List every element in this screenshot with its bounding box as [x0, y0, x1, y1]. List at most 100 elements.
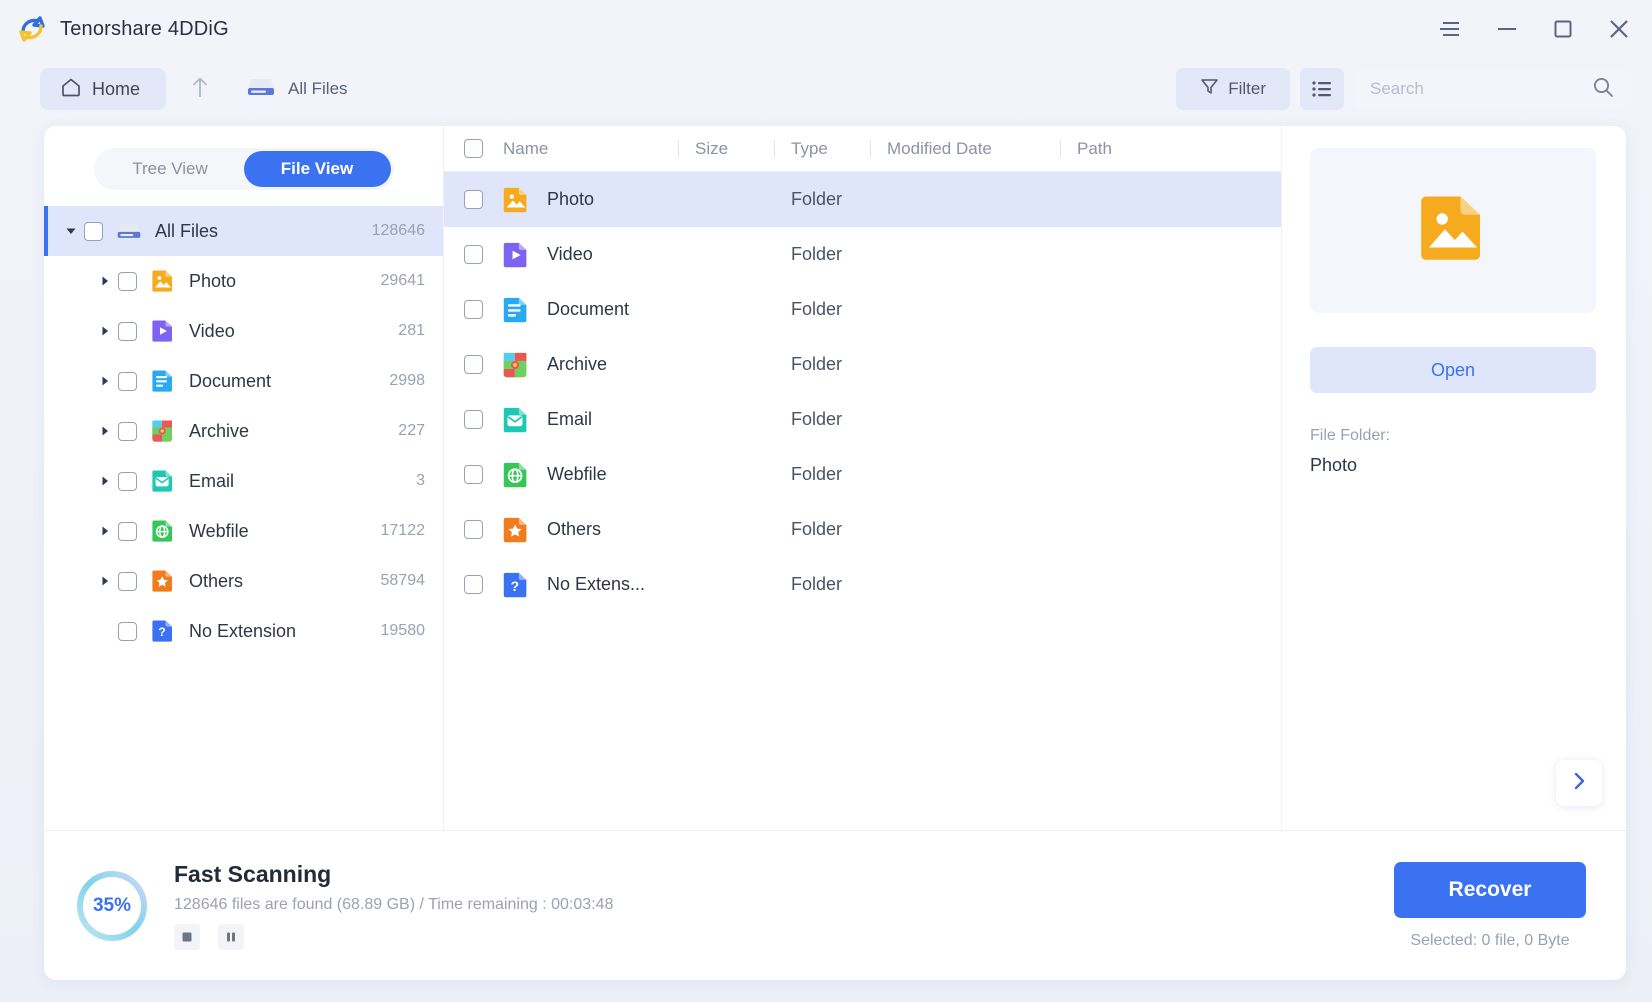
home-button[interactable]: Home	[40, 68, 166, 110]
row-type: Folder	[791, 189, 887, 210]
sidebar-tree: All Files128646 Photo29641 Video281 Docu…	[44, 200, 443, 656]
table-row[interactable]: ArchiveFolder	[444, 337, 1281, 392]
column-header-type[interactable]: Type	[791, 139, 887, 159]
sidebar-item-count: 29641	[381, 272, 426, 290]
table-row[interactable]: ? No Extens...Folder	[444, 557, 1281, 612]
open-button[interactable]: Open	[1310, 347, 1596, 393]
sidebar-item-video[interactable]: Video281	[44, 306, 443, 356]
filter-icon	[1200, 77, 1219, 101]
sidebar-item-checkbox[interactable]	[118, 522, 137, 541]
sidebar-item-no-extension[interactable]: ? No Extension19580	[44, 606, 443, 656]
table-row[interactable]: VideoFolder	[444, 227, 1281, 282]
expand-toggle-icon[interactable]	[92, 575, 118, 587]
archive-icon	[150, 418, 176, 444]
search-icon[interactable]	[1592, 76, 1614, 103]
search-input[interactable]	[1370, 79, 1592, 99]
sidebar-item-count: 2998	[389, 372, 425, 390]
expand-toggle-icon[interactable]	[92, 325, 118, 337]
tab-tree-view[interactable]: Tree View	[97, 151, 244, 187]
column-header-modified-date[interactable]: Modified Date	[887, 139, 1077, 159]
next-button[interactable]	[1556, 760, 1602, 806]
row-name: Email	[547, 409, 695, 430]
column-header-name[interactable]: Name	[503, 139, 695, 159]
tab-file-view[interactable]: File View	[244, 151, 391, 187]
row-checkbox[interactable]	[464, 355, 483, 374]
minimize-icon[interactable]	[1494, 16, 1520, 42]
expand-toggle-icon[interactable]	[92, 375, 118, 387]
breadcrumb-label: All Files	[288, 79, 348, 99]
sidebar-item-webfile[interactable]: Webfile17122	[44, 506, 443, 556]
sidebar-item-checkbox[interactable]	[118, 622, 137, 641]
table-row[interactable]: EmailFolder	[444, 392, 1281, 447]
sidebar-item-checkbox[interactable]	[118, 272, 137, 291]
expand-toggle-icon[interactable]	[92, 525, 118, 537]
sidebar-item-checkbox[interactable]	[118, 472, 137, 491]
sidebar-item-label: Email	[189, 471, 234, 492]
row-name: No Extens...	[547, 574, 695, 595]
row-checkbox[interactable]	[464, 245, 483, 264]
table-row[interactable]: Webfile Folder	[444, 447, 1281, 502]
sidebar-item-checkbox[interactable]	[118, 422, 137, 441]
sidebar-item-others[interactable]: Others58794	[44, 556, 443, 606]
sidebar-item-count: 17122	[381, 522, 426, 540]
expand-toggle-icon[interactable]	[92, 475, 118, 487]
scan-progress-ring: 35%	[74, 868, 150, 944]
app-window: Tenorshare 4DDiG	[0, 0, 1652, 1002]
svg-text:?: ?	[511, 577, 519, 593]
title-bar: Tenorshare 4DDiG	[0, 0, 1652, 58]
column-header-path[interactable]: Path	[1077, 139, 1207, 159]
card-body: Tree View File View All Files128646 Phot…	[44, 126, 1626, 830]
unknown-icon: ?	[150, 618, 176, 644]
menu-icon[interactable]	[1438, 16, 1464, 42]
sidebar-item-label: Video	[189, 321, 235, 342]
stop-icon[interactable]	[174, 924, 200, 950]
pause-icon[interactable]	[218, 924, 244, 950]
status-bar: 35% Fast Scanning 128646 files are found…	[44, 830, 1626, 980]
row-type: Folder	[791, 464, 887, 485]
recover-button[interactable]: Recover	[1394, 862, 1586, 918]
search-box[interactable]	[1354, 68, 1626, 110]
toolbar: Home All Files	[0, 58, 1652, 120]
close-icon[interactable]	[1606, 16, 1632, 42]
row-name: Document	[547, 299, 695, 320]
sidebar: Tree View File View All Files128646 Phot…	[44, 126, 444, 830]
sidebar-item-photo[interactable]: Photo29641	[44, 256, 443, 306]
sidebar-item-checkbox[interactable]	[118, 572, 137, 591]
sidebar-item-checkbox[interactable]	[118, 322, 137, 341]
expand-toggle-icon[interactable]	[92, 425, 118, 437]
home-icon	[60, 76, 82, 103]
column-header-size[interactable]: Size	[695, 139, 791, 159]
maximize-icon[interactable]	[1550, 16, 1576, 42]
sidebar-item-checkbox[interactable]	[84, 222, 103, 241]
row-name: Webfile	[547, 464, 695, 485]
row-checkbox[interactable]	[464, 520, 483, 539]
table-row[interactable]: DocumentFolder	[444, 282, 1281, 337]
video-icon	[150, 318, 176, 344]
scan-controls	[174, 924, 613, 950]
select-all-checkbox[interactable]	[464, 139, 483, 158]
sidebar-item-document[interactable]: Document 2998	[44, 356, 443, 406]
row-checkbox[interactable]	[464, 300, 483, 319]
sidebar-item-archive[interactable]: Archive227	[44, 406, 443, 456]
arrow-up-icon	[191, 75, 209, 104]
sidebar-item-checkbox[interactable]	[118, 372, 137, 391]
sidebar-item-email[interactable]: Email3	[44, 456, 443, 506]
up-button[interactable]	[178, 69, 222, 109]
sidebar-item-label: Document	[189, 371, 271, 392]
expand-toggle-icon[interactable]	[92, 275, 118, 287]
row-name: Photo	[547, 189, 695, 210]
row-type: Folder	[791, 519, 887, 540]
row-checkbox[interactable]	[464, 575, 483, 594]
preview-thumbnail	[1310, 148, 1596, 313]
row-checkbox[interactable]	[464, 410, 483, 429]
table-row[interactable]: Photo Folder	[444, 172, 1281, 227]
table-row[interactable]: OthersFolder	[444, 502, 1281, 557]
filter-button[interactable]: Filter	[1176, 68, 1290, 110]
photo-icon	[501, 185, 531, 215]
row-checkbox[interactable]	[464, 465, 483, 484]
list-view-icon[interactable]	[1300, 68, 1344, 110]
sidebar-item-all-files[interactable]: All Files128646	[44, 206, 443, 256]
breadcrumb[interactable]: All Files	[246, 75, 348, 104]
row-checkbox[interactable]	[464, 190, 483, 209]
expand-toggle-icon[interactable]	[58, 225, 84, 237]
